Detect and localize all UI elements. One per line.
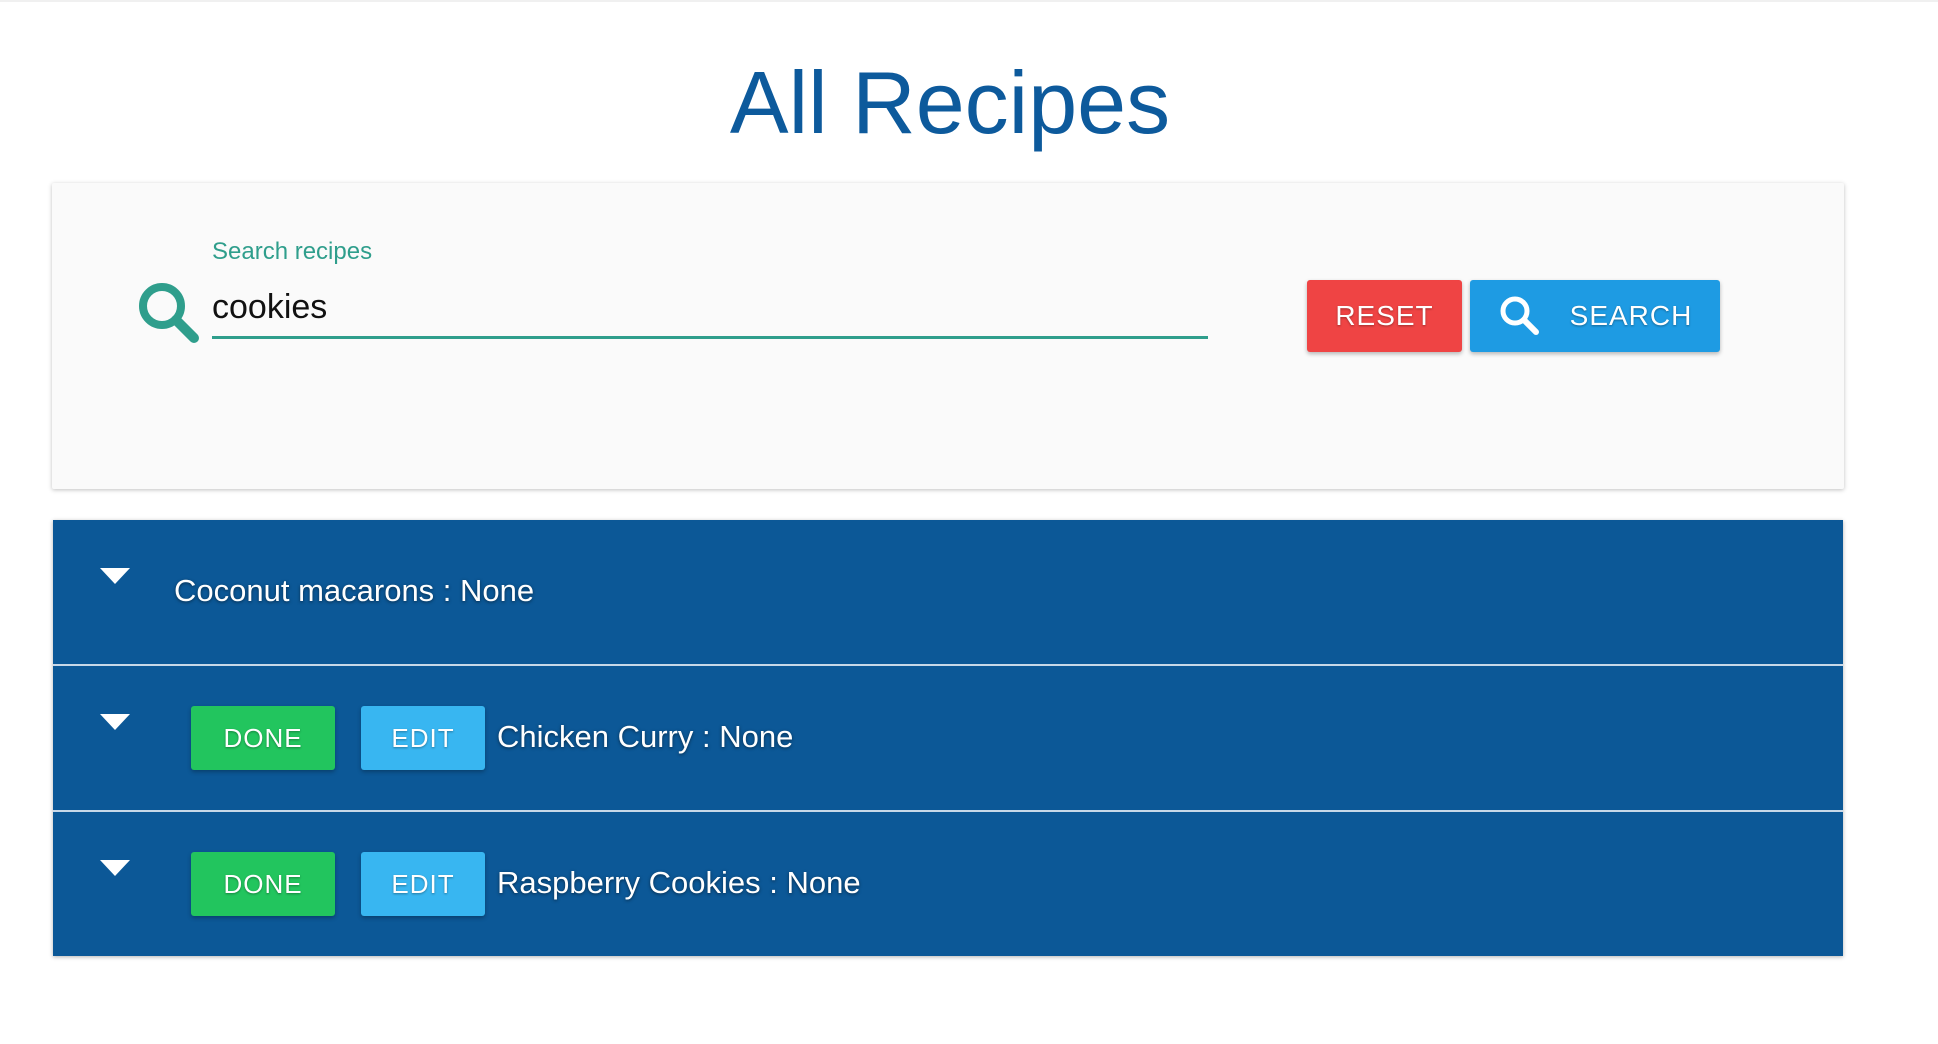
search-label: Search recipes xyxy=(212,238,373,265)
page-title: All Recipes xyxy=(729,53,1171,152)
caret-down-icon[interactable] xyxy=(98,566,132,586)
recipe-name: Raspberry Cookies : None xyxy=(497,865,861,900)
search-icon xyxy=(134,278,204,348)
search-button-label: SEARCH xyxy=(1569,300,1693,331)
search-input[interactable] xyxy=(212,278,1208,339)
top-border xyxy=(0,0,1938,2)
list-item[interactable]: Coconut macarons : None xyxy=(53,520,1843,665)
recipe-list: Coconut macarons : None DONE EDIT Chicke… xyxy=(53,520,1843,956)
reset-button[interactable]: RESET xyxy=(1307,280,1462,352)
edit-button[interactable]: EDIT xyxy=(361,706,485,770)
done-button[interactable]: DONE xyxy=(191,852,335,916)
recipe-name: Coconut macarons : None xyxy=(174,573,535,608)
recipe-name: Chicken Curry : None xyxy=(497,719,794,754)
caret-down-icon[interactable] xyxy=(98,712,132,732)
search-icon xyxy=(1500,296,1539,335)
done-button[interactable]: DONE xyxy=(191,706,335,770)
list-item[interactable]: DONE EDIT Raspberry Cookies : None xyxy=(53,812,1843,957)
edit-button[interactable]: EDIT xyxy=(361,852,485,916)
list-item[interactable]: DONE EDIT Chicken Curry : None xyxy=(53,666,1843,811)
search-button[interactable]: SEARCH xyxy=(1470,280,1720,352)
caret-down-icon[interactable] xyxy=(98,858,132,878)
search-card: Search recipes RESET SEARCH xyxy=(52,183,1844,489)
